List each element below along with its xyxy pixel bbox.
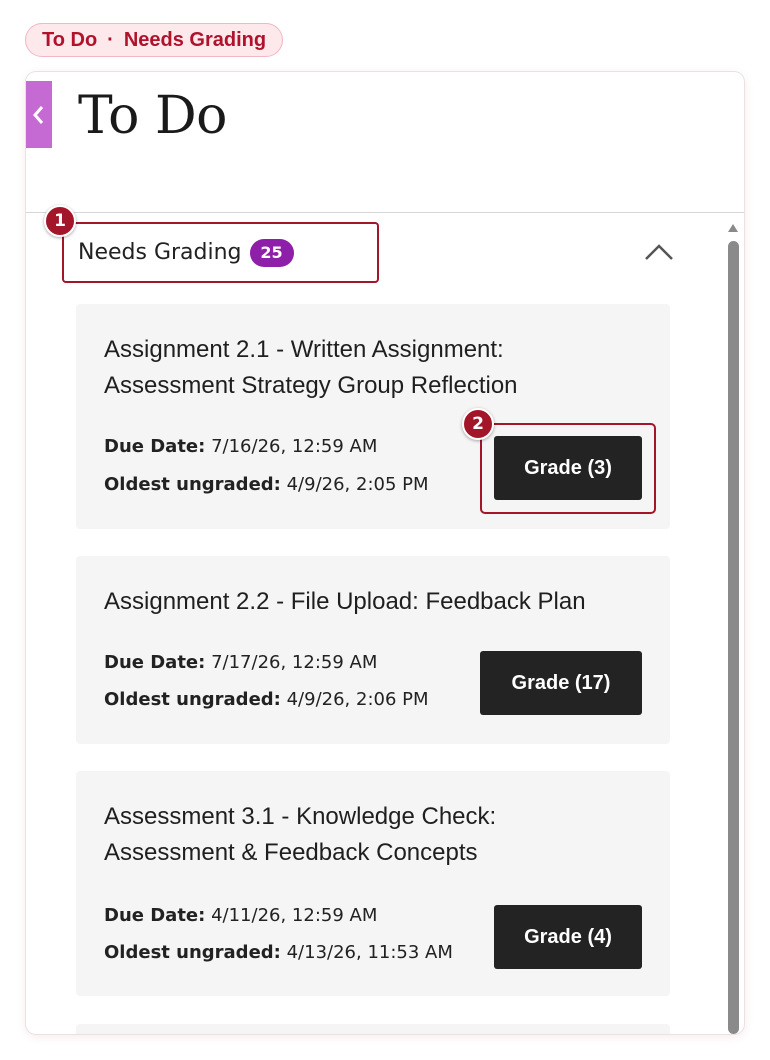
due-date-line: Due Date: 7/16/26, 12:59 AM [104,436,377,457]
due-date-value: 4/11/26, 12:59 AM [211,905,378,926]
chevron-up-icon [645,244,673,260]
grade-button[interactable]: Grade (17) [480,651,642,715]
page-title: To Do [78,86,227,146]
scroll-up-arrow-icon[interactable] [727,223,739,233]
due-date-line: Due Date: 7/17/26, 12:59 AM [104,652,377,673]
due-date-line: Due Date: 4/11/26, 12:59 AM [104,905,377,926]
step-marker-2: 2 [462,408,494,440]
item-title[interactable]: Assessment 3.1 - Knowledge Check: Assess… [104,799,610,871]
breadcrumb-part-needs-grading: Needs Grading [123,28,267,51]
oldest-ungraded-value: 4/9/26, 2:05 PM [286,474,429,495]
chevron-left-icon [33,105,44,124]
due-date-label: Due Date: [104,436,206,457]
item-title[interactable]: Assignment 2.1 - Written Assignment: Ass… [104,332,610,404]
grade-button[interactable]: Grade (3) [494,436,642,500]
section-title: Needs Grading [78,240,242,265]
breadcrumb: To Do · Needs Grading [25,23,284,57]
grade-button[interactable]: Grade (4) [494,905,642,969]
oldest-ungraded-label: Oldest ungraded: [104,942,281,963]
breadcrumb-part-todo: To Do [42,28,98,51]
back-button[interactable] [26,81,52,148]
breadcrumb-separator: · [107,28,114,51]
due-date-label: Due Date: [104,652,206,673]
due-date-value: 7/16/26, 12:59 AM [211,436,378,457]
grading-item-card: Assignment 2.2 - File Upload: Feedback P… [76,556,670,744]
item-title[interactable]: Assignment 2.2 - File Upload: Feedback P… [104,584,610,620]
grading-item-card: Assignment 2.1 - Written Assignment: Ass… [76,304,670,529]
oldest-ungraded-value: 4/9/26, 2:06 PM [286,689,429,710]
todo-panel: To Do Needs Grading 25 1 Assignment 2.1 … [26,72,744,1034]
needs-grading-section-header[interactable]: Needs Grading 25 [62,222,379,283]
oldest-ungraded-value: 4/13/26, 11:53 AM [286,942,453,963]
scrollbar-thumb[interactable] [728,241,739,1034]
oldest-ungraded-label: Oldest ungraded: [104,474,281,495]
due-date-label: Due Date: [104,905,206,926]
grading-item-card-partial [76,1024,670,1034]
oldest-ungraded-label: Oldest ungraded: [104,689,281,710]
grading-item-card: Assessment 3.1 - Knowledge Check: Assess… [76,771,670,996]
collapse-section-button[interactable] [642,240,676,264]
header-divider [26,212,744,213]
count-badge: 25 [249,238,294,267]
oldest-ungraded-line: Oldest ungraded: 4/9/26, 2:05 PM [104,474,429,495]
step-marker-1: 1 [44,205,76,237]
oldest-ungraded-line: Oldest ungraded: 4/9/26, 2:06 PM [104,689,429,710]
due-date-value: 7/17/26, 12:59 AM [211,652,378,673]
oldest-ungraded-line: Oldest ungraded: 4/13/26, 11:53 AM [104,942,453,963]
